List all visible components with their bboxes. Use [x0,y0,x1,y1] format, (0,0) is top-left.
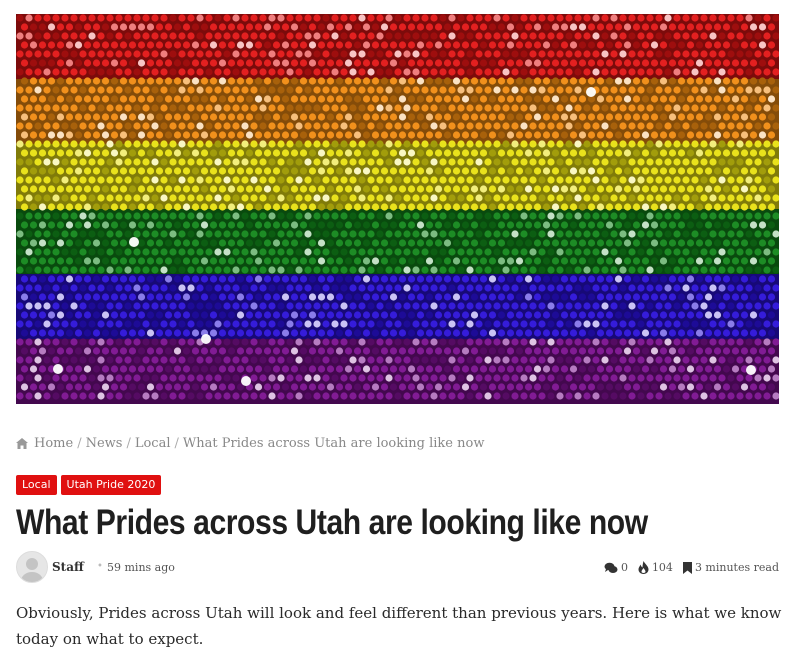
breadcrumb: Home / News / Local / What Prides across… [16,436,484,451]
read-time: 3 minutes read [694,561,779,574]
tag-local[interactable]: Local [16,475,57,495]
views-count: 104 [651,561,673,574]
hero-image [16,14,779,404]
article-title: What Prides across Utah are looking like… [16,503,648,542]
author-avatar[interactable] [16,551,48,583]
author-name[interactable]: Staff [52,560,84,574]
article-intro: Obviously, Prides across Utah will look … [16,604,782,648]
bookmark-icon [682,561,692,574]
read-time-stat: 3 minutes read [682,561,779,574]
breadcrumb-news[interactable]: News [86,436,123,451]
breadcrumb-separator: / [126,436,131,451]
views-stat: 104 [638,561,673,574]
home-icon [16,438,28,449]
tag-utah-pride-2020[interactable]: Utah Pride 2020 [60,475,162,495]
fire-icon [638,561,649,574]
comments-stat[interactable]: 0 [604,561,628,574]
category-tags: Local Utah Pride 2020 [16,475,162,495]
breadcrumb-home[interactable]: Home [34,436,73,451]
breadcrumb-separator: / [174,436,179,451]
comments-count: 0 [620,561,628,574]
comments-icon [604,562,618,573]
rainbow-flag-image [16,14,779,404]
breadcrumb-current: What Prides across Utah are looking like… [182,436,485,451]
breadcrumb-separator: / [77,436,82,451]
breadcrumb-local[interactable]: Local [135,436,171,451]
user-icon [21,558,43,582]
post-time: 59 mins ago [107,561,175,574]
article-meta: Staff • 59 mins ago 0 104 3 minutes read [16,551,779,585]
article-stats: 0 104 3 minutes read [604,561,779,574]
meta-dot: • [97,561,103,572]
